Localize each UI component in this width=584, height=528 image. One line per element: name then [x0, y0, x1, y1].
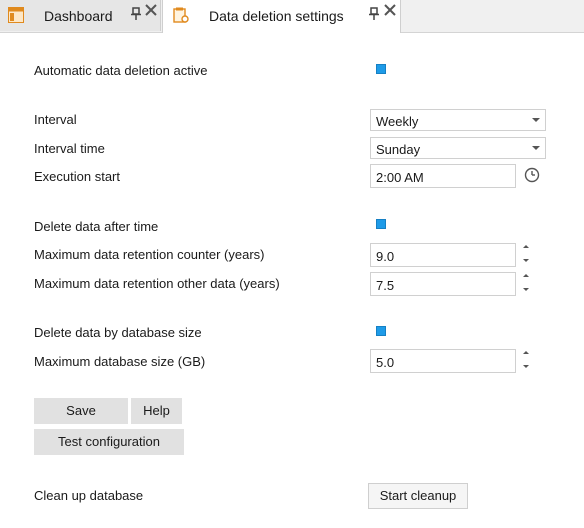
- retention-counter-input[interactable]: 9.0: [370, 243, 516, 267]
- tab-dashboard[interactable]: Dashboard: [0, 0, 161, 31]
- save-button[interactable]: Save: [34, 398, 128, 424]
- auto-delete-checkbox[interactable]: [376, 64, 386, 74]
- retention-other-label: Maximum data retention other data (years…: [34, 276, 280, 291]
- retention-counter-value: 9.0: [376, 249, 395, 264]
- arrow-up-icon[interactable]: [523, 245, 529, 248]
- settings-document-icon: [173, 7, 189, 23]
- tab-strip: Dashboard Data deletion settings: [0, 0, 584, 33]
- chevron-down-icon: [532, 146, 540, 150]
- close-icon[interactable]: [144, 3, 158, 17]
- max-db-size-value: 5.0: [376, 355, 395, 370]
- retention-counter-label: Maximum data retention counter (years): [34, 247, 265, 262]
- help-button[interactable]: Help: [131, 398, 182, 424]
- max-db-size-label: Maximum database size (GB): [34, 354, 206, 369]
- auto-delete-label: Automatic data deletion active: [34, 63, 208, 78]
- dashboard-icon: [8, 7, 24, 23]
- arrow-down-icon[interactable]: [523, 259, 529, 262]
- interval-dropdown[interactable]: Weekly: [370, 109, 546, 131]
- delete-by-size-checkbox[interactable]: [376, 326, 386, 336]
- tab-label: Dashboard: [44, 8, 113, 24]
- interval-time-label: Interval time: [34, 141, 105, 156]
- tab-label: Data deletion settings: [209, 8, 344, 24]
- retention-other-spinner[interactable]: [521, 272, 531, 294]
- interval-time-dropdown[interactable]: Sunday: [370, 137, 546, 159]
- delete-after-time-label: Delete data after time: [34, 219, 159, 234]
- max-db-size-spinner[interactable]: [521, 349, 531, 371]
- test-configuration-button[interactable]: Test configuration: [34, 429, 184, 455]
- start-cleanup-button[interactable]: Start cleanup: [368, 483, 468, 509]
- execution-start-value: 2:00 AM: [376, 170, 424, 185]
- arrow-down-icon[interactable]: [523, 365, 529, 368]
- arrow-down-icon[interactable]: [523, 288, 529, 291]
- delete-by-size-label: Delete data by database size: [34, 325, 202, 340]
- chevron-down-icon: [532, 118, 540, 122]
- execution-start-input[interactable]: 2:00 AM: [370, 164, 516, 188]
- execution-start-label: Execution start: [34, 169, 120, 184]
- retention-other-input[interactable]: 7.5: [370, 272, 516, 296]
- cleanup-label: Clean up database: [34, 488, 144, 503]
- pin-icon[interactable]: [368, 7, 380, 21]
- interval-time-value: Sunday: [376, 142, 421, 157]
- max-db-size-input[interactable]: 5.0: [370, 349, 516, 373]
- retention-counter-spinner[interactable]: [521, 243, 531, 265]
- delete-after-time-checkbox[interactable]: [376, 219, 386, 229]
- pin-icon[interactable]: [130, 7, 142, 21]
- retention-other-value: 7.5: [376, 278, 395, 293]
- interval-value: Weekly: [376, 114, 419, 129]
- arrow-up-icon[interactable]: [523, 274, 529, 277]
- tab-data-deletion-settings[interactable]: Data deletion settings: [162, 0, 401, 33]
- close-icon[interactable]: [383, 3, 397, 17]
- clock-icon[interactable]: [524, 167, 540, 183]
- interval-label: Interval: [34, 112, 77, 127]
- arrow-up-icon[interactable]: [523, 351, 529, 354]
